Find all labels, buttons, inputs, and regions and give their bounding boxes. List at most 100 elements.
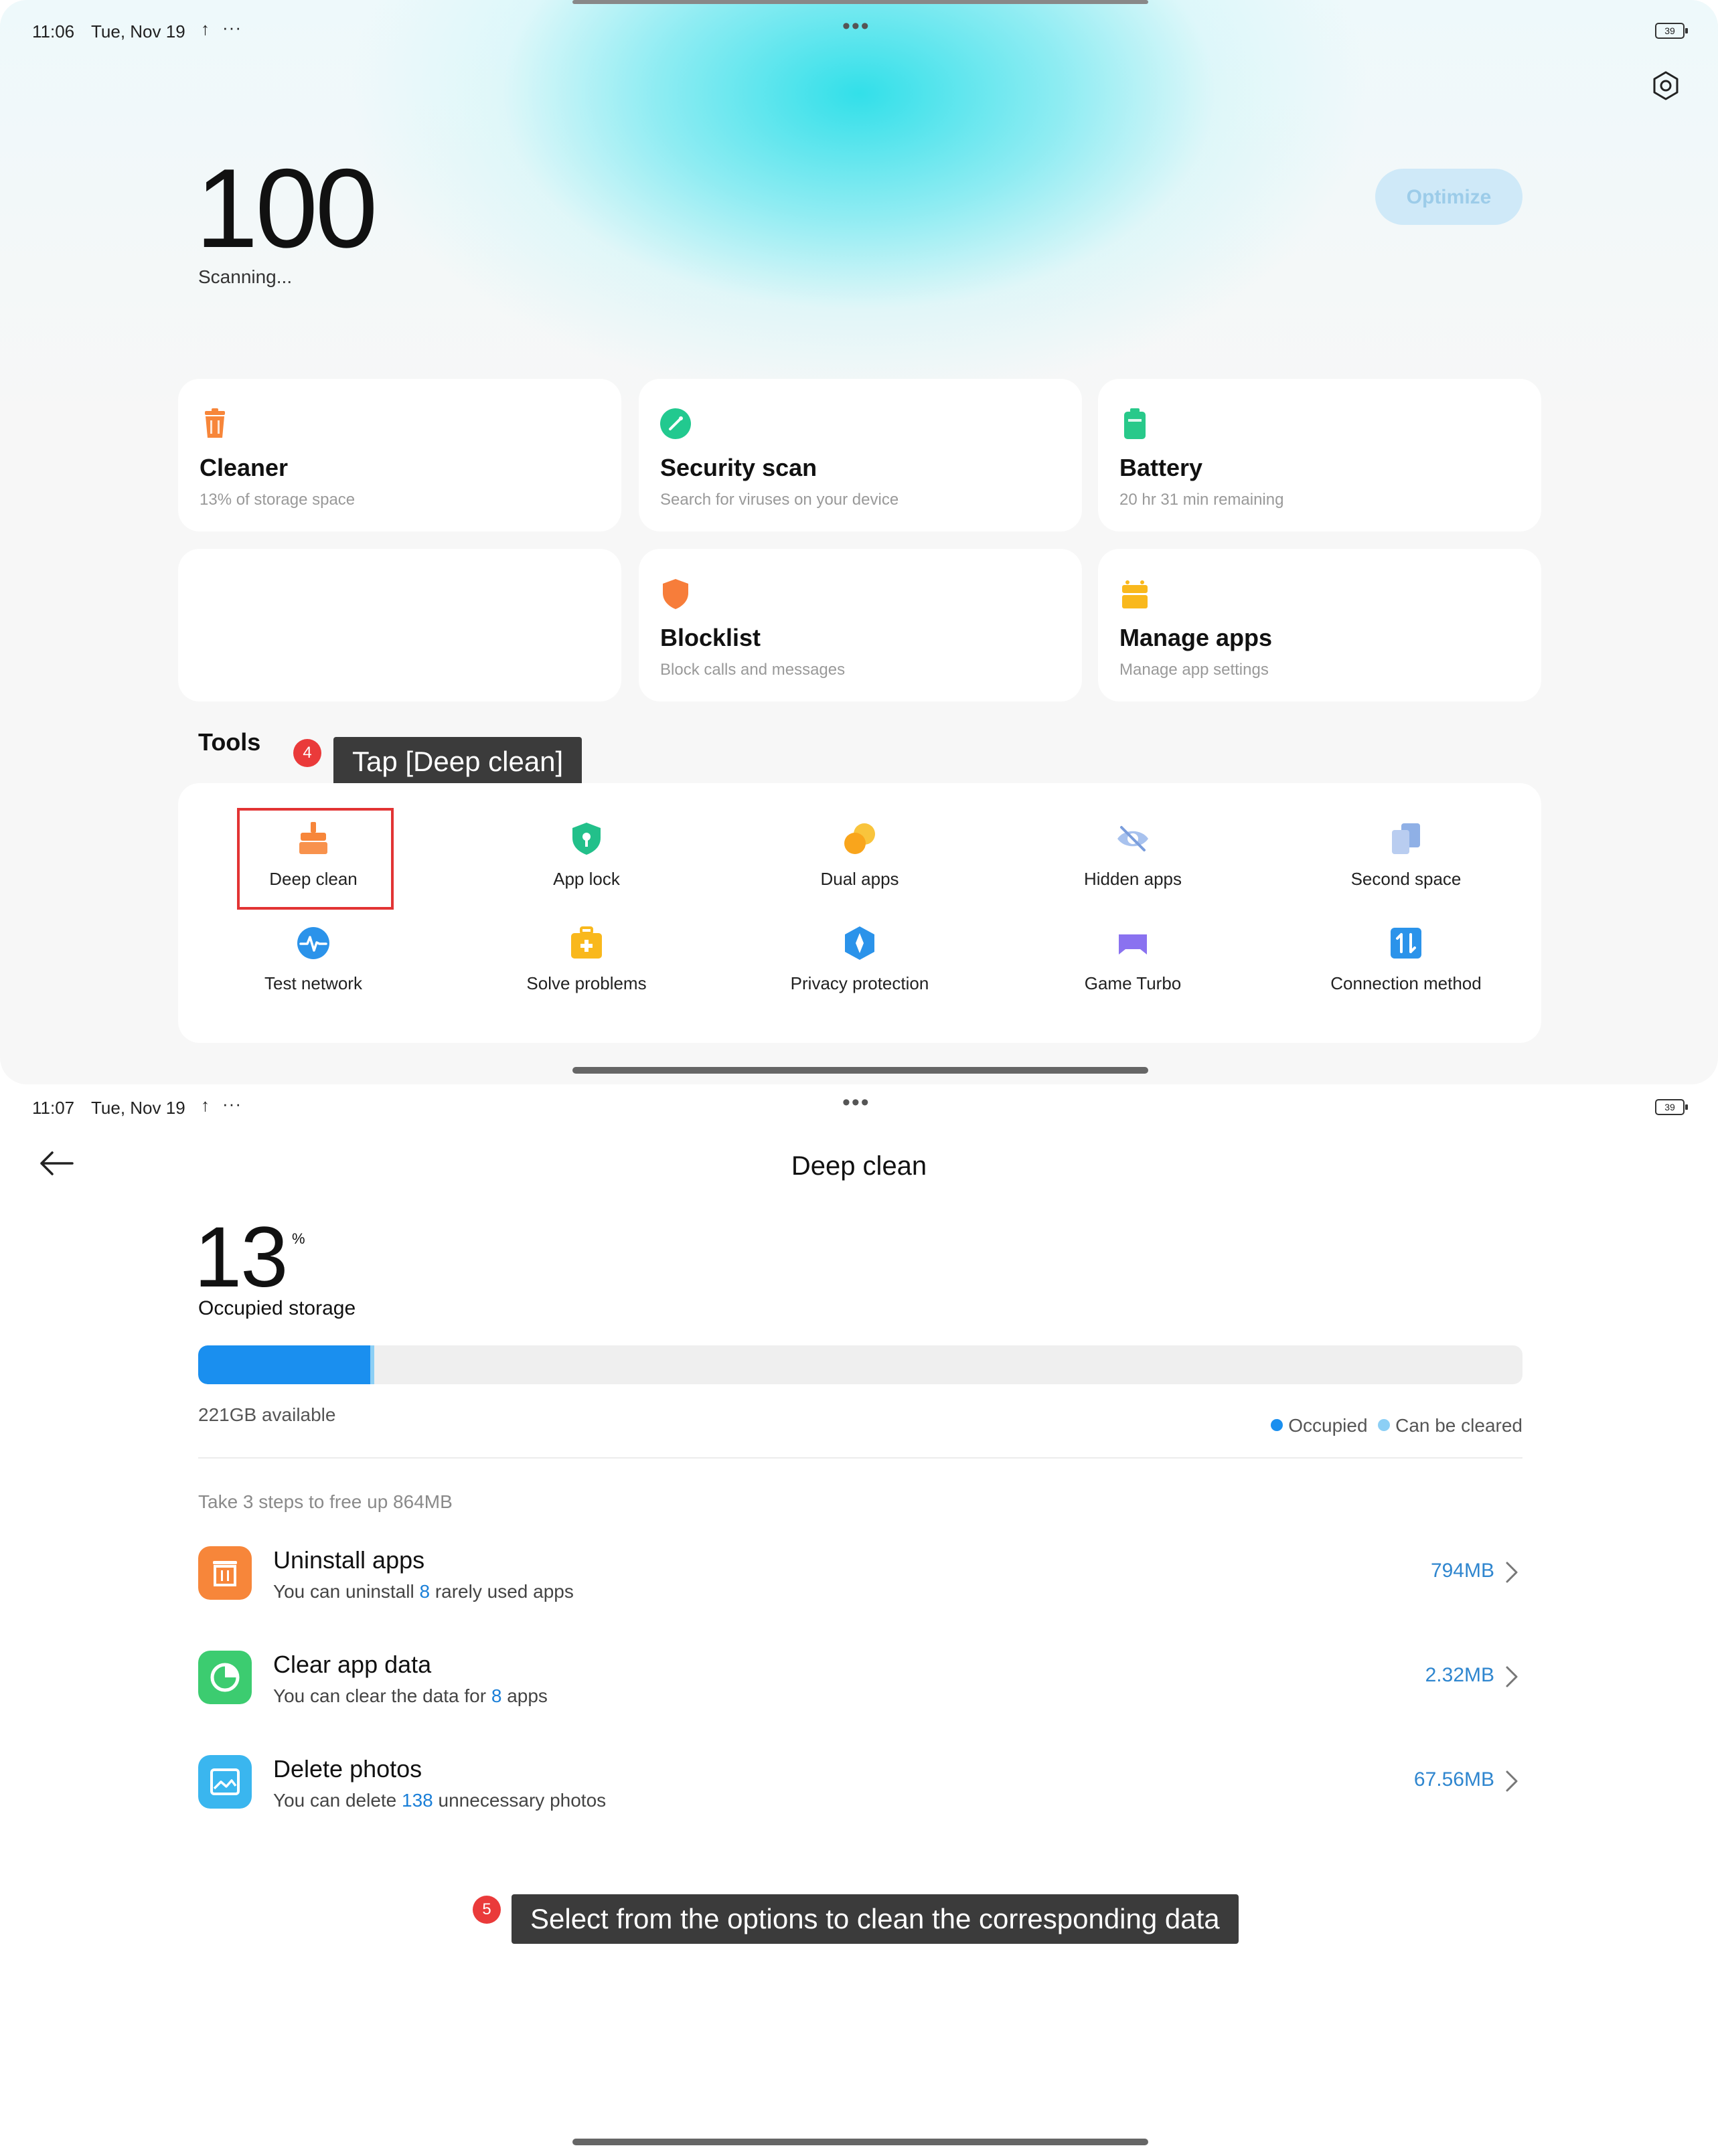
card-title: Blocklist [660, 624, 761, 651]
card-blocklist[interactable]: Blocklist Block calls and messages [639, 549, 1082, 701]
card-subtitle: 13% of storage space [200, 491, 356, 509]
row-subtitle-count: 8 [491, 1685, 502, 1706]
dual-circles-icon [844, 823, 875, 854]
card-battery[interactable]: Battery 20 hr 31 min remaining [1098, 379, 1541, 531]
layers-icon [1392, 823, 1420, 854]
row-title: Delete photos [273, 1755, 422, 1782]
more-notifications-icon: ··· [222, 1094, 242, 1114]
step-5-badge: 5 [473, 1896, 501, 1924]
multitask-dots-icon[interactable]: ••• [842, 1090, 870, 1116]
chevron-right-icon [1506, 1562, 1518, 1583]
tool-test-network[interactable]: Test network [179, 925, 447, 994]
row-uninstall-apps[interactable]: Uninstall apps You can uninstall 8 rarel… [198, 1546, 1522, 1613]
row-subtitle: You can uninstall 8 rarely used apps [273, 1581, 574, 1602]
tool-solve-problems[interactable]: Solve problems [453, 925, 720, 994]
tool-label: Hidden apps [1084, 869, 1182, 889]
step-5-callout: Select from the options to clean the cor… [512, 1894, 1239, 1944]
card-title: Security scan [660, 454, 817, 481]
trash-icon [205, 408, 225, 438]
optimize-button[interactable]: Optimize [1375, 169, 1522, 225]
upload-icon: ↑ [201, 1095, 210, 1115]
row-title: Uninstall apps [273, 1546, 425, 1574]
shield-icon [663, 579, 688, 609]
tool-app-lock[interactable]: App lock [453, 821, 720, 890]
chevron-right-icon [1506, 1666, 1518, 1687]
tool-label: Second space [1350, 869, 1462, 889]
tool-second-space[interactable]: Second space [1272, 821, 1540, 890]
card-subtitle: Block calls and messages [660, 661, 846, 679]
card-security-scan[interactable]: Security scan Search for viruses on your… [639, 379, 1082, 531]
step-4-badge: 4 [293, 739, 321, 767]
row-subtitle-text: apps [501, 1685, 548, 1706]
apps-icon [1122, 580, 1148, 608]
home-indicator[interactable] [572, 1067, 1148, 1074]
chevron-right-icon [1506, 1770, 1518, 1792]
upload-icon: ↑ [201, 19, 210, 39]
storage-bar-occupied [198, 1345, 370, 1384]
legend-clearable: Can be cleared [1395, 1415, 1522, 1436]
status-date: Tue, Nov 19 [91, 21, 185, 42]
storage-legend: Occupied Can be cleared [1271, 1415, 1522, 1436]
status-bar: 11:06 Tue, Nov 19 ↑ ··· ••• 39 [0, 0, 1718, 42]
tool-label: App lock [553, 869, 620, 889]
page-title: Deep clean [791, 1151, 927, 1181]
scan-status: Scanning... [198, 266, 293, 287]
card-manage-apps[interactable]: Manage apps Manage app settings [1098, 549, 1541, 701]
pie-icon [198, 1651, 252, 1704]
card-cleaner[interactable]: Cleaner 13% of storage space [178, 379, 621, 531]
divider [198, 1457, 1522, 1459]
arrows-updown-icon [1391, 928, 1421, 959]
tool-label: Test network [264, 973, 362, 993]
clearable-dot [1378, 1419, 1391, 1431]
security-score: 100 [196, 145, 378, 271]
status-bar: 11:07 Tue, Nov 19 ↑ ··· ••• 39 [0, 1084, 1718, 1125]
card-subtitle: Search for viruses on your device [660, 491, 899, 509]
deep-clean-screen: 11:07 Tue, Nov 19 ↑ ··· ••• 39 Deep clea… [0, 1084, 1718, 2156]
pulse-icon [297, 927, 329, 959]
row-delete-photos[interactable]: Delete photos You can delete 138 unneces… [198, 1755, 1522, 1822]
row-size: 2.32MB [1425, 1664, 1494, 1686]
available-storage: 221GB available [198, 1404, 336, 1425]
steps-hint: Take 3 steps to free up 864MB [198, 1491, 453, 1512]
home-indicator[interactable] [572, 2139, 1148, 2145]
row-size: 794MB [1430, 1560, 1494, 1582]
tool-label: Game Turbo [1084, 973, 1182, 993]
card-title: Battery [1119, 454, 1203, 481]
tool-connection-method[interactable]: Connection method [1272, 925, 1540, 994]
status-date: Tue, Nov 19 [91, 1098, 185, 1118]
occupied-dot [1271, 1419, 1283, 1431]
tools-heading: Tools [198, 728, 261, 756]
status-time: 11:07 [32, 1098, 75, 1118]
storage-bar-clearable [370, 1345, 374, 1384]
battery-indicator: 39 [1655, 1099, 1688, 1115]
row-title: Clear app data [273, 1651, 432, 1678]
storage-bar [198, 1345, 1522, 1384]
security-home-screen: 11:06 Tue, Nov 19 ↑ ··· ••• 39 100 Scann… [0, 0, 1718, 1084]
tool-label: Dual apps [820, 869, 899, 889]
tool-dual-apps[interactable]: Dual apps [726, 821, 994, 890]
row-clear-app-data[interactable]: Clear app data You can clear the data fo… [198, 1651, 1522, 1718]
gamepad-icon [1119, 934, 1147, 955]
card-subtitle: Manage app settings [1119, 661, 1269, 679]
tool-label: Solve problems [526, 973, 647, 993]
storage-percent: 13 [194, 1210, 288, 1305]
settings-gear-icon[interactable] [1650, 70, 1681, 101]
deep-clean-highlight [237, 808, 394, 910]
card-empty [178, 549, 621, 701]
row-subtitle-text: unnecessary photos [433, 1790, 607, 1811]
step-4-callout: Tap [Deep clean] [333, 737, 582, 786]
battery-icon [1124, 408, 1146, 439]
multitask-dots-icon[interactable]: ••• [842, 13, 870, 39]
row-subtitle-count: 8 [419, 1581, 431, 1602]
tool-game-turbo[interactable]: Game Turbo [999, 925, 1267, 994]
row-subtitle-text: You can uninstall [273, 1581, 420, 1602]
card-title: Cleaner [200, 454, 289, 481]
tool-hidden-apps[interactable]: Hidden apps [999, 821, 1267, 890]
lock-shield-icon [572, 823, 601, 855]
row-subtitle: You can delete 138 unnecessary photos [273, 1790, 606, 1811]
photo-icon [198, 1755, 252, 1809]
row-subtitle-text: You can delete [273, 1790, 402, 1811]
tool-privacy-protection[interactable]: Privacy protection [726, 925, 994, 994]
privacy-icon [845, 926, 874, 960]
tool-label: Connection method [1330, 973, 1482, 993]
